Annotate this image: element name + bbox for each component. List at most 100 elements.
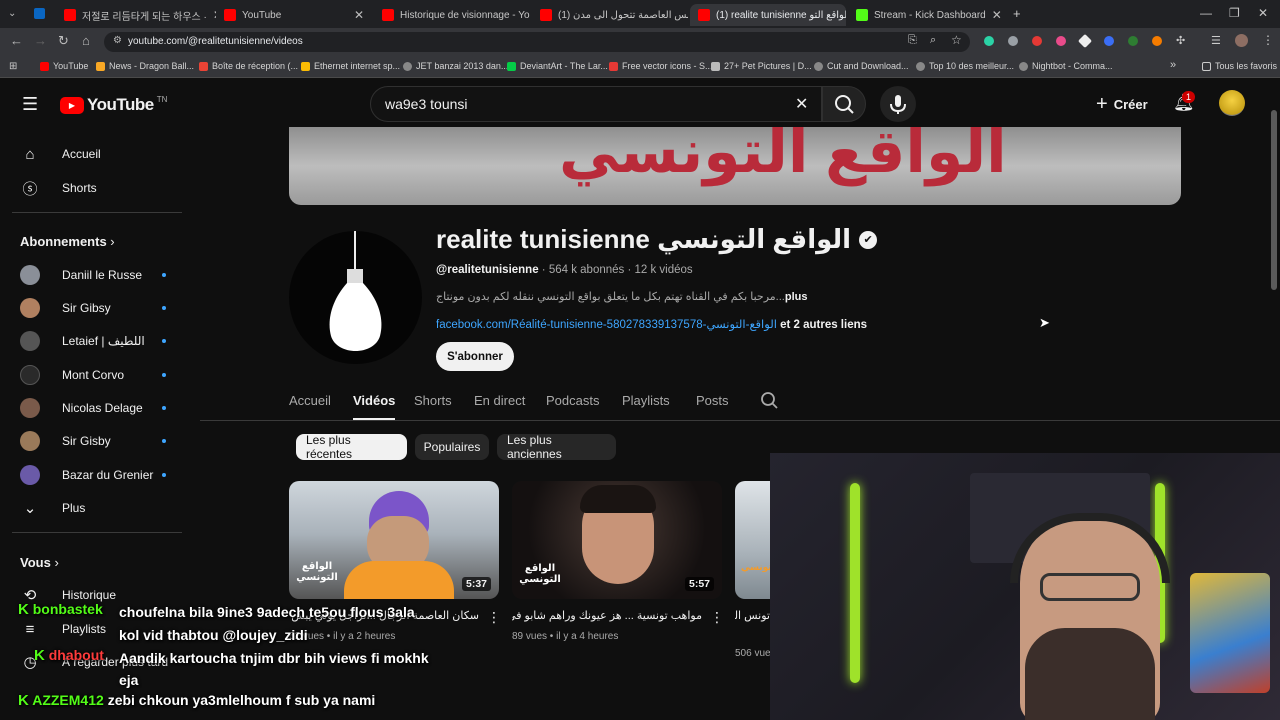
extension-icon[interactable] (1104, 36, 1114, 46)
bookmark-item[interactable]: Boîte de réception (... (199, 61, 298, 71)
avatar[interactable] (1219, 90, 1245, 116)
bookmark-label: News - Dragon Ball... (109, 61, 195, 71)
webcam-overlay (770, 453, 1280, 720)
video-title[interactable]: تونس العاصمة تتحول الى مدن (735, 609, 770, 622)
video-menu-icon[interactable]: ⋮ (487, 609, 501, 626)
description-more[interactable]: plus (785, 291, 808, 303)
tab-videos[interactable]: Vidéos (353, 393, 395, 408)
sidebar-item-subscription[interactable]: Mont Corvo (20, 365, 190, 385)
more-bookmarks-icon[interactable]: » (1170, 59, 1176, 71)
close-tab-icon[interactable]: ✕ (992, 8, 1002, 22)
more-links[interactable]: et 2 autres liens (777, 319, 867, 331)
tab-4[interactable]: (1) realite tunisienne الواقع التو ✕ (690, 4, 846, 26)
bookmark-item[interactable]: Top 10 des meilleur... (916, 61, 1014, 71)
all-bookmarks[interactable]: Tous les favoris (1202, 61, 1277, 71)
install-app-icon[interactable]: ⎘ (908, 34, 917, 47)
tab-en-direct[interactable]: En direct (474, 393, 525, 408)
tab-shorts[interactable]: Shorts (414, 393, 452, 408)
sidebar-item-subscription[interactable]: Daniil le Russe (20, 265, 190, 285)
bookmark-item[interactable]: 27+ Pet Pictures | D... (711, 61, 812, 71)
chat-username: dhabout (48, 647, 104, 663)
bookmark-item[interactable]: Cut and Download... (814, 61, 909, 71)
tab-accueil[interactable]: Accueil (289, 393, 331, 408)
search-button[interactable] (822, 86, 866, 122)
video-thumbnail[interactable]: الواقع التونسي 5:37 (289, 481, 499, 599)
chip-popular[interactable]: Populaires (415, 434, 489, 460)
create-button[interactable]: + Créer (1092, 88, 1158, 120)
extension-icon[interactable] (984, 36, 994, 46)
tab-2[interactable]: Historique de visionnage - You ✕ (374, 4, 530, 26)
forward-icon[interactable]: → (34, 33, 47, 48)
bookmark-item[interactable]: YouTube (40, 61, 88, 71)
reload-icon[interactable]: ↻ (58, 33, 69, 49)
globe-icon (916, 61, 925, 71)
new-tab-icon[interactable]: + (1013, 6, 1021, 21)
subscribe-button[interactable]: S'abonner (436, 342, 514, 371)
channel-search-icon[interactable] (760, 391, 780, 416)
bookmark-item[interactable]: JET banzai 2013 dan... (403, 61, 508, 71)
extension-icon[interactable] (1056, 36, 1066, 46)
sidebar-item-subscription[interactable]: Letaief | اللطيف (20, 331, 190, 351)
bookmark-item[interactable]: Ethernet internet sp... (301, 61, 400, 71)
close-tab-icon[interactable]: ✕ (354, 8, 364, 22)
chip-recent[interactable]: Les plus récentes (296, 433, 407, 461)
bookmark-item[interactable]: DeviantArt - The Lar... (507, 61, 608, 71)
site-info-icon[interactable]: ⚙ (113, 35, 122, 46)
video-title[interactable]: مواهب تونسية ... هز عيونك وراهم شابو في (512, 609, 702, 622)
sidebar-item-accueil[interactable]: ⌂ Accueil (20, 144, 100, 164)
video-menu-icon[interactable]: ⋮ (710, 609, 724, 626)
menu-icon[interactable]: ☰ (22, 94, 38, 115)
apps-grid-icon[interactable]: ⊞ (9, 61, 17, 72)
page-scrollbar[interactable] (1271, 110, 1277, 290)
sidebar-item-subscription[interactable]: Sir Gisby (20, 431, 190, 451)
linkedin-icon[interactable] (34, 8, 45, 19)
bookmark-item[interactable]: Free vector icons - S... (609, 61, 713, 71)
tab-0[interactable]: 저절로 리듬타게 되는 하우스 · ✕ (56, 4, 216, 26)
tab-1[interactable]: YouTube ✕ (216, 4, 372, 26)
close-window-icon[interactable]: ✕ (1258, 6, 1268, 20)
tab-5[interactable]: Stream - Kick Dashboard ✕ (848, 4, 1008, 26)
maximize-icon[interactable]: ❐ (1229, 6, 1240, 20)
channel-avatar[interactable] (289, 231, 422, 364)
tab-search-icon[interactable]: ⌄ (8, 8, 16, 19)
sidebar-item-more[interactable]: ⌄ Plus (20, 498, 86, 518)
browser-menu-icon[interactable]: ⋮ (1262, 33, 1274, 47)
tab-playlists[interactable]: Playlists (622, 393, 670, 408)
address-bar[interactable]: ⚙ youtube.com/@realitetunisienne/videos (104, 32, 970, 52)
chat-text: Aandik kartoucha tnjim dbr bih views fi … (119, 650, 429, 688)
sidebar-item-playlists[interactable]: ≡ Playlists (20, 619, 106, 639)
extensions-puzzle-icon[interactable]: ✣ (1176, 34, 1185, 47)
tab-3[interactable]: تونس العاصمة تتحول الى مدن (1) ✕ (532, 4, 688, 26)
home-browser-icon[interactable]: ⌂ (82, 33, 90, 48)
bookmark-star-icon[interactable]: ☆ (951, 33, 962, 47)
profile-avatar[interactable] (1235, 34, 1248, 47)
bookmark-item[interactable]: Nightbot - Comma... (1019, 61, 1113, 71)
back-icon[interactable]: ← (10, 33, 23, 48)
video-thumbnail[interactable]: الواقع التونسي (735, 481, 770, 599)
new-content-dot (162, 473, 166, 477)
subscriptions-header[interactable]: Abonnements › (20, 234, 115, 249)
sidebar-item-subscription[interactable]: Bazar du Grenier (20, 465, 190, 485)
extension-icon[interactable] (1128, 36, 1138, 46)
zoom-icon[interactable]: ⌕ (930, 34, 936, 47)
youtube-logo[interactable]: ▶ YouTube TN (60, 95, 167, 115)
chip-oldest[interactable]: Les plus anciennes (497, 433, 616, 461)
sidebar-item-subscription[interactable]: Nicolas Delage (20, 398, 190, 418)
extension-icon[interactable] (1008, 36, 1018, 46)
search-input[interactable]: wa9e3 tounsi ✕ (370, 86, 822, 122)
reading-list-icon[interactable]: ☰ (1211, 34, 1221, 47)
bookmark-item[interactable]: News - Dragon Ball... (96, 61, 194, 71)
video-thumbnail[interactable]: الواقع التونسي 5:57 (512, 481, 722, 599)
channel-description[interactable]: مرحبا بكم في القناه تهتم بكل ما يتعلق بو… (436, 290, 807, 303)
sidebar-item-subscription[interactable]: Sir Gibsy (20, 298, 190, 318)
you-header[interactable]: Vous › (20, 555, 59, 570)
extension-icon[interactable] (1152, 36, 1162, 46)
minimize-icon[interactable]: — (1200, 6, 1212, 20)
clear-search-icon[interactable]: ✕ (795, 94, 808, 114)
sidebar-item-shorts[interactable]: ⓢ Shorts (20, 178, 96, 198)
tab-posts[interactable]: Posts (696, 393, 729, 408)
channel-link[interactable]: facebook.com/Réalité-tunisienne-58027833… (436, 319, 777, 331)
voice-search-button[interactable] (880, 86, 916, 122)
extension-icon[interactable] (1032, 36, 1042, 46)
tab-podcasts[interactable]: Podcasts (546, 393, 599, 408)
